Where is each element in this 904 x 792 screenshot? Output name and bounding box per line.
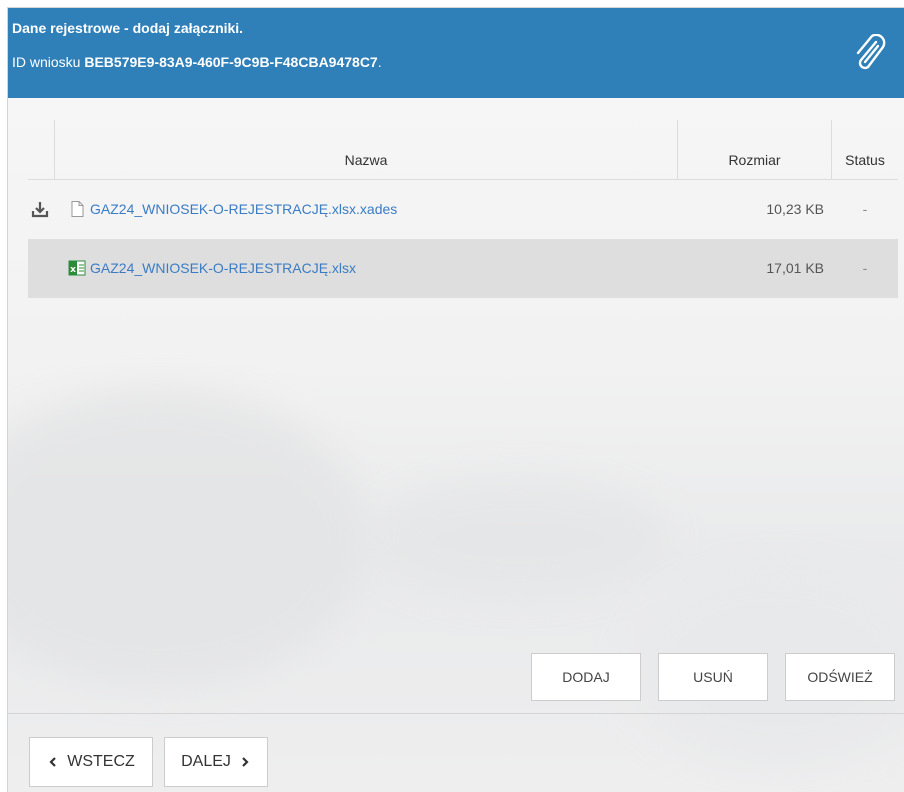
background-shape bbox=[8, 388, 368, 688]
excel-icon: x bbox=[68, 260, 86, 276]
file-size: 10,23 KB bbox=[766, 201, 824, 217]
column-header-status[interactable]: Status bbox=[832, 120, 898, 180]
file-link[interactable]: GAZ24_WNIOSEK-O-REJESTRACJĘ.xlsx bbox=[90, 260, 356, 276]
footer-divider bbox=[8, 713, 904, 714]
add-button[interactable]: DODAJ bbox=[531, 653, 641, 701]
next-button[interactable]: DALEJ bbox=[164, 737, 268, 787]
next-button-label: DALEJ bbox=[181, 753, 231, 770]
request-id-value: BEB579E9-83A9-460F-9C9B-F48CBA9478C7 bbox=[84, 54, 378, 70]
background-shape bbox=[368, 478, 668, 598]
attachments-table: Nazwa Rozmiar Status GAZ24_WNIOSEK-O-REJ… bbox=[28, 120, 898, 298]
request-id-label: ID wniosku bbox=[12, 54, 81, 70]
chevron-left-icon bbox=[49, 757, 56, 767]
column-header-name[interactable]: Nazwa bbox=[54, 120, 678, 180]
document-icon bbox=[71, 201, 84, 217]
file-status: - bbox=[862, 201, 868, 217]
delete-button[interactable]: USUŃ bbox=[658, 653, 768, 701]
page-title: Dane rejestrowe - dodaj załączniki. bbox=[12, 20, 244, 36]
file-link[interactable]: GAZ24_WNIOSEK-O-REJESTRACJĘ.xlsx.xades bbox=[90, 201, 397, 217]
back-button[interactable]: WSTECZ bbox=[29, 737, 153, 787]
file-size: 17,01 KB bbox=[766, 260, 824, 276]
svg-text:x: x bbox=[70, 265, 76, 275]
download-icon[interactable] bbox=[28, 200, 52, 220]
back-button-label: WSTECZ bbox=[67, 753, 135, 770]
paperclip-icon bbox=[856, 34, 886, 70]
refresh-button[interactable]: ODŚWIEŻ bbox=[785, 653, 895, 701]
request-id: ID wniosku BEB579E9-83A9-460F-9C9B-F48CB… bbox=[12, 54, 382, 70]
file-status: - bbox=[862, 260, 868, 276]
table-row[interactable]: GAZ24_WNIOSEK-O-REJESTRACJĘ.xlsx.xades 1… bbox=[28, 180, 898, 239]
table-header: Nazwa Rozmiar Status bbox=[28, 120, 898, 180]
request-id-suffix: . bbox=[377, 54, 382, 70]
chevron-right-icon bbox=[242, 757, 249, 767]
attachments-panel: Dane rejestrowe - dodaj załączniki. ID w… bbox=[7, 7, 904, 792]
table-row[interactable]: x GAZ24_WNIOSEK-O-REJESTRACJĘ.xlsx 17,01… bbox=[28, 239, 898, 298]
column-header-size[interactable]: Rozmiar bbox=[678, 120, 832, 180]
header-bar: Dane rejestrowe - dodaj załączniki. ID w… bbox=[8, 8, 904, 98]
